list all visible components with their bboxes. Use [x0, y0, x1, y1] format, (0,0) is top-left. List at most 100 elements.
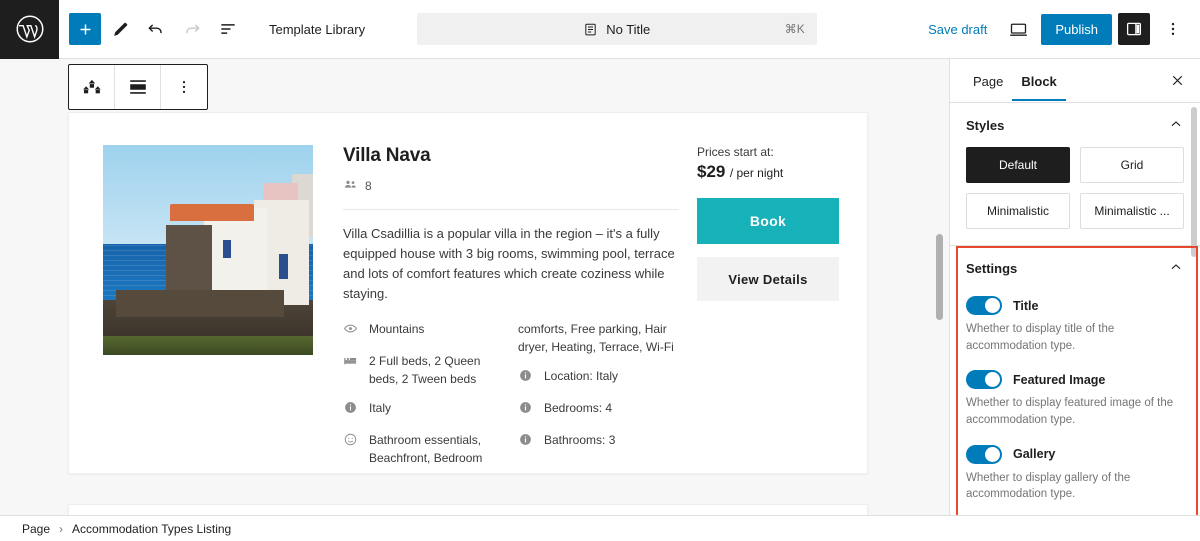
sidebar-scrollbar[interactable]: [1189, 105, 1199, 515]
card-content: Suite 1 in Villa Allegria: [69, 505, 867, 515]
toggle-label: Title: [1013, 298, 1039, 313]
accommodation-card[interactable]: Villa Nava 8 Villa Csadillia is a popula…: [68, 112, 868, 474]
bed-icon: [343, 352, 358, 388]
canvas-scrollbar[interactable]: [934, 59, 946, 515]
setting-title: Title Whether to display title of the ac…: [950, 296, 1200, 354]
smiley-icon: [343, 431, 358, 467]
features-left-column: Mountains 2 Full beds, 2 Queen beds, 2 T…: [343, 320, 504, 478]
feature-item: Italy: [343, 399, 504, 420]
featured-image: [103, 145, 313, 355]
toggle-gallery-switch[interactable]: [966, 444, 1002, 464]
toggle-label: Featured Image: [1013, 372, 1106, 387]
editor-canvas[interactable]: Villa Nava 8 Villa Csadillia is a popula…: [0, 59, 950, 515]
top-bar-actions: Save draft Publish: [920, 12, 1200, 46]
document-icon: [583, 22, 598, 37]
editor-footer: Page › Accommodation Types Listing: [0, 515, 1200, 541]
accommodation-info: Villa Nava 8 Villa Csadillia is a popula…: [313, 145, 679, 478]
sidebar-tabs: Page Block: [950, 59, 1200, 103]
breadcrumb-current[interactable]: Accommodation Types Listing: [72, 522, 231, 536]
style-options-grid: Default Grid Minimalistic Minimalistic .…: [950, 147, 1200, 229]
card-content: Villa Nava 8 Villa Csadillia is a popula…: [69, 113, 867, 478]
tab-page[interactable]: Page: [964, 61, 1012, 101]
view-details-button[interactable]: View Details: [697, 257, 839, 301]
info-icon: [518, 367, 533, 388]
editor-top-bar: Template Library No Title ⌘K Save draft …: [0, 0, 1200, 59]
styles-section-header[interactable]: Styles: [950, 103, 1200, 147]
style-option-grid[interactable]: Grid: [1080, 147, 1184, 183]
toggle-help-text: Whether to display title of the accommod…: [966, 323, 1115, 352]
style-option-minimalistic-alt[interactable]: Minimalistic ...: [1080, 193, 1184, 229]
booking-column: Prices start at: $29 / per night Book Vi…: [679, 145, 839, 478]
accommodation-houses-icon[interactable]: [69, 65, 115, 109]
settings-panel-icon[interactable]: [1117, 13, 1150, 45]
eye-view-icon: [343, 320, 358, 341]
book-button[interactable]: Book: [697, 198, 839, 244]
toggle-row: Title: [950, 296, 1200, 315]
info-icon: [518, 431, 533, 452]
setting-featured-image: Featured Image Whether to display featur…: [950, 370, 1200, 428]
toggle-help-text: Whether to display gallery of the accomm…: [966, 471, 1131, 501]
accommodation-title[interactable]: Villa Nava: [343, 145, 679, 167]
chevron-up-icon[interactable]: [1168, 116, 1184, 135]
undo-button[interactable]: [139, 12, 173, 46]
settings-section: Settings Title Whether to display title …: [950, 246, 1200, 515]
publish-button[interactable]: Publish: [1041, 13, 1112, 45]
style-option-minimalistic[interactable]: Minimalistic: [966, 193, 1070, 229]
more-options-button[interactable]: [1156, 12, 1190, 46]
guests-icon: [343, 177, 358, 195]
add-block-button[interactable]: [69, 13, 101, 45]
align-block-icon[interactable]: [115, 65, 161, 109]
command-bar-shortcut: ⌘K: [784, 22, 805, 36]
command-bar[interactable]: No Title ⌘K: [416, 13, 817, 45]
feature-text: Mountains: [369, 322, 425, 337]
sidebar-body: Styles Default Grid Minimalistic Minimal…: [950, 103, 1200, 515]
accommodation-description[interactable]: Villa Csadillia is a popular villa in th…: [343, 224, 679, 304]
tab-block[interactable]: Block: [1012, 61, 1065, 101]
feature-text: Location: Italy: [544, 369, 619, 384]
breadcrumb-page[interactable]: Page: [22, 522, 50, 536]
preview-laptop-icon[interactable]: [1001, 12, 1035, 46]
feature-item: Mountains: [343, 320, 504, 341]
redo-button[interactable]: [175, 12, 209, 46]
price-unit: / per night: [729, 166, 784, 180]
canvas-inner: Villa Nava 8 Villa Csadillia is a popula…: [0, 59, 949, 515]
style-option-default[interactable]: Default: [966, 147, 1070, 183]
settings-section-header[interactable]: Settings: [950, 246, 1200, 290]
features-right-column: comforts, Free parking, Hair dryer, Heat…: [518, 320, 679, 478]
block-toolbar: [68, 64, 208, 110]
toggle-title-switch[interactable]: [966, 296, 1002, 315]
wordpress-logo-icon[interactable]: [0, 0, 59, 59]
editor-app: Template Library No Title ⌘K Save draft …: [0, 0, 1200, 541]
feature-text: Bathrooms: 3: [544, 433, 616, 448]
divider: [343, 209, 679, 210]
styles-section: Styles Default Grid Minimalistic Minimal…: [950, 103, 1200, 246]
toggle-help-text: Whether to display featured image of the…: [966, 397, 1174, 427]
edit-mode-button[interactable]: [103, 12, 137, 46]
template-library-label: Template Library: [269, 21, 366, 37]
canvas-scrollbar-thumb[interactable]: [936, 234, 943, 320]
feature-text: Italy: [369, 401, 392, 416]
setting-gallery: Gallery Whether to display gallery of th…: [950, 444, 1200, 503]
toggle-featured-image-switch[interactable]: [966, 370, 1002, 390]
price-row: $29 / per night: [697, 162, 839, 182]
breadcrumb-separator: ›: [59, 521, 64, 536]
close-icon[interactable]: [1169, 72, 1186, 89]
chevron-up-icon[interactable]: [1168, 259, 1184, 278]
accommodation-card[interactable]: Suite 1 in Villa Allegria: [68, 504, 868, 515]
info-icon: [343, 399, 358, 420]
feature-item: Bathrooms: 3: [518, 431, 679, 452]
feature-item: 2 Full beds, 2 Queen beds, 2 Tween beds: [343, 352, 504, 388]
price-label: Prices start at:: [697, 145, 774, 159]
guests-count: 8: [365, 179, 372, 193]
feature-item: Bedrooms: 4: [518, 399, 679, 420]
toggle-label: Gallery: [1013, 447, 1056, 462]
price-amount: $29: [697, 162, 726, 181]
save-draft-button[interactable]: Save draft: [920, 22, 995, 37]
info-icon: [518, 399, 533, 420]
toggle-row: Featured Image: [950, 370, 1200, 390]
block-more-options-icon[interactable]: [161, 65, 207, 109]
list-view-button[interactable]: [211, 12, 245, 46]
command-bar-title: No Title: [606, 21, 651, 37]
sidebar-scrollbar-thumb[interactable]: [1191, 107, 1197, 257]
feature-item: Bathroom essentials, Beachfront, Bedroom: [343, 431, 504, 467]
